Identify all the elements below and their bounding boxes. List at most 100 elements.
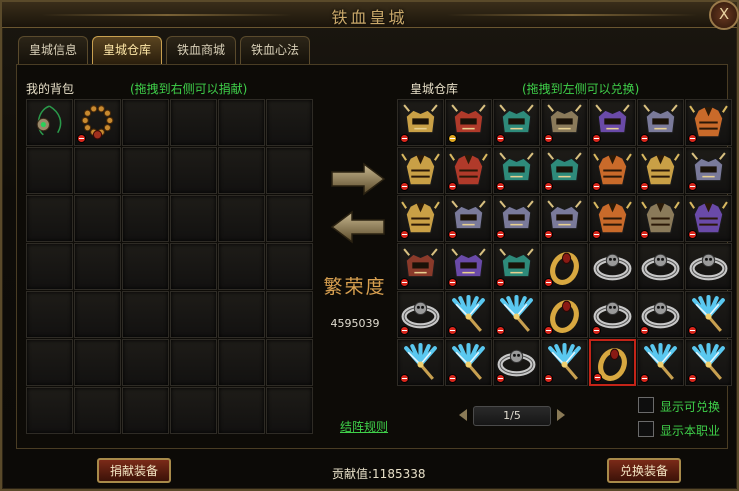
- warehouse-slot[interactable]: [589, 99, 636, 146]
- warehouse-slot[interactable]: [637, 99, 684, 146]
- tab-city-info[interactable]: 皇城信息: [18, 36, 88, 64]
- bag-slot[interactable]: [218, 195, 265, 242]
- warehouse-slot[interactable]: [445, 291, 492, 338]
- bag-slot[interactable]: [218, 387, 265, 434]
- bag-slot[interactable]: [218, 339, 265, 386]
- bag-slot[interactable]: [122, 387, 169, 434]
- bag-slot[interactable]: [266, 99, 313, 146]
- bag-slot[interactable]: [266, 147, 313, 194]
- tab-iron-shop[interactable]: 铁血商城: [166, 36, 236, 64]
- warehouse-slot[interactable]: [445, 243, 492, 290]
- warehouse-slot[interactable]: [685, 243, 732, 290]
- warehouse-slot[interactable]: [493, 243, 540, 290]
- warehouse-slot[interactable]: [445, 195, 492, 242]
- exchange-equipment-button[interactable]: 兑换装备: [607, 458, 681, 483]
- warehouse-slot[interactable]: [589, 291, 636, 338]
- warehouse-slot[interactable]: [637, 339, 684, 386]
- warehouse-slot[interactable]: [541, 99, 588, 146]
- forbidden-icon: [400, 182, 409, 191]
- filter-exchangeable-checkbox[interactable]: [638, 397, 654, 413]
- warehouse-slot[interactable]: [493, 339, 540, 386]
- bag-slot[interactable]: [122, 147, 169, 194]
- bag-slot[interactable]: [170, 339, 217, 386]
- bag-slot[interactable]: [122, 99, 169, 146]
- bag-slot[interactable]: [74, 243, 121, 290]
- warehouse-slot[interactable]: [685, 147, 732, 194]
- warehouse-slot[interactable]: [445, 339, 492, 386]
- warehouse-slot[interactable]: [637, 195, 684, 242]
- bag-slot[interactable]: [26, 195, 73, 242]
- donate-equipment-button[interactable]: 捐献装备: [97, 458, 171, 483]
- warehouse-slot[interactable]: [589, 195, 636, 242]
- bag-slot[interactable]: [266, 339, 313, 386]
- pager-prev-button[interactable]: [459, 409, 467, 421]
- bag-slot[interactable]: [74, 291, 121, 338]
- warehouse-slot[interactable]: [541, 291, 588, 338]
- close-button[interactable]: X: [709, 0, 739, 30]
- warehouse-slot[interactable]: [397, 291, 444, 338]
- warehouse-slot[interactable]: [637, 147, 684, 194]
- forbidden-icon: [544, 134, 553, 143]
- warehouse-slot[interactable]: [397, 195, 444, 242]
- warehouse-slot[interactable]: [493, 99, 540, 146]
- bag-slot[interactable]: [122, 291, 169, 338]
- bag-slot[interactable]: [26, 387, 73, 434]
- bag-slot[interactable]: [26, 291, 73, 338]
- warehouse-slot[interactable]: [589, 243, 636, 290]
- bag-slot[interactable]: [74, 387, 121, 434]
- warehouse-slot[interactable]: [397, 99, 444, 146]
- bag-slot[interactable]: [170, 243, 217, 290]
- warehouse-slot[interactable]: [493, 147, 540, 194]
- bag-slot[interactable]: [170, 147, 217, 194]
- bag-slot[interactable]: [266, 195, 313, 242]
- warehouse-slot[interactable]: [493, 195, 540, 242]
- bag-slot[interactable]: [26, 243, 73, 290]
- warehouse-slot[interactable]: [685, 195, 732, 242]
- warehouse-slot[interactable]: [637, 243, 684, 290]
- filter-own-class-checkbox[interactable]: [638, 421, 654, 437]
- warehouse-slot[interactable]: [685, 99, 732, 146]
- warehouse-slot[interactable]: [397, 243, 444, 290]
- bag-slot[interactable]: [170, 195, 217, 242]
- warehouse-slot[interactable]: [541, 243, 588, 290]
- warehouse-slot[interactable]: [589, 147, 636, 194]
- bag-slot[interactable]: [218, 147, 265, 194]
- bag-slot[interactable]: [74, 147, 121, 194]
- warehouse-slot[interactable]: [541, 339, 588, 386]
- bag-slot[interactable]: [170, 99, 217, 146]
- bag-slot[interactable]: [26, 339, 73, 386]
- bag-slot[interactable]: [218, 99, 265, 146]
- pager-next-button[interactable]: [557, 409, 565, 421]
- warehouse-slot[interactable]: [541, 195, 588, 242]
- formation-rules-link[interactable]: 结阵规则: [340, 418, 388, 435]
- bag-slot[interactable]: [26, 99, 73, 146]
- bag-slot[interactable]: [122, 243, 169, 290]
- bag-slot[interactable]: [122, 195, 169, 242]
- warehouse-slot[interactable]: [541, 147, 588, 194]
- bag-slot[interactable]: [266, 291, 313, 338]
- bag-slot[interactable]: [170, 387, 217, 434]
- bag-slot[interactable]: [122, 339, 169, 386]
- bag-slot[interactable]: [266, 387, 313, 434]
- warehouse-slot[interactable]: [685, 339, 732, 386]
- warehouse-slot[interactable]: [493, 291, 540, 338]
- tab-city-warehouse[interactable]: 皇城仓库: [92, 36, 162, 64]
- bag-slot[interactable]: [74, 99, 121, 146]
- forbidden-icon: [640, 374, 649, 383]
- bag-slot[interactable]: [26, 147, 73, 194]
- bag-slot[interactable]: [266, 243, 313, 290]
- bag-slot[interactable]: [170, 291, 217, 338]
- warehouse-slot[interactable]: [445, 99, 492, 146]
- warehouse-slot[interactable]: [685, 291, 732, 338]
- warehouse-slot[interactable]: [445, 147, 492, 194]
- warehouse-slot[interactable]: [589, 339, 636, 386]
- warehouse-slot[interactable]: [397, 147, 444, 194]
- bag-slot[interactable]: [74, 339, 121, 386]
- bag-slot[interactable]: [218, 243, 265, 290]
- warehouse-slot[interactable]: [397, 339, 444, 386]
- tab-iron-mind[interactable]: 铁血心法: [240, 36, 310, 64]
- bag-slot[interactable]: [74, 195, 121, 242]
- pager: 1/5: [457, 406, 567, 426]
- warehouse-slot[interactable]: [637, 291, 684, 338]
- bag-slot[interactable]: [218, 291, 265, 338]
